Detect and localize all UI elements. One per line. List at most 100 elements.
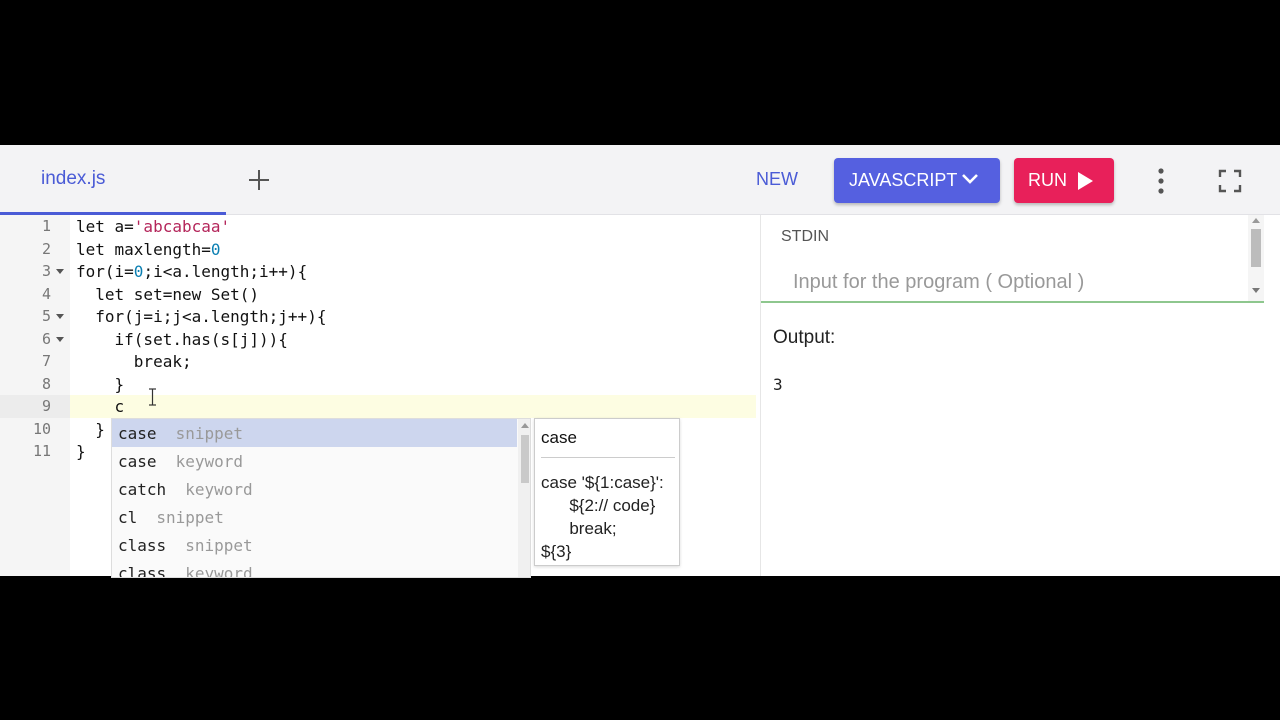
code-token: 0 bbox=[133, 262, 144, 281]
code-token: let a= bbox=[76, 217, 134, 236]
language-select-button[interactable]: JAVASCRIPT bbox=[834, 158, 1000, 203]
code-line[interactable]: if(set.has(s[j])){ bbox=[76, 328, 288, 351]
autocomplete-type: snippet bbox=[185, 536, 253, 555]
more-options-icon[interactable] bbox=[1150, 167, 1172, 195]
line-number-text: 1 bbox=[41, 217, 51, 235]
code-token: 'abcabcaa' bbox=[133, 217, 231, 236]
line-number-text: 5 bbox=[41, 307, 51, 325]
active-line-highlight bbox=[70, 395, 756, 418]
doc-divider bbox=[541, 457, 675, 458]
line-number: 3 bbox=[0, 260, 70, 283]
code-token: if(set.has(s[j])){ bbox=[76, 329, 288, 349]
code-line[interactable]: break; bbox=[76, 350, 192, 373]
code-token: } bbox=[76, 374, 125, 394]
code-token: c bbox=[76, 397, 125, 416]
code-token: break; bbox=[76, 352, 192, 371]
tab-index-js[interactable]: index.js bbox=[0, 145, 226, 215]
fold-arrow-icon[interactable] bbox=[56, 269, 64, 274]
autocomplete-item[interactable]: class snippet bbox=[112, 531, 517, 559]
line-number: 10 bbox=[0, 418, 70, 441]
stdin-scrollbar[interactable] bbox=[1248, 215, 1264, 301]
code-line[interactable]: let set=new Set() bbox=[76, 283, 259, 306]
line-number-text: 11 bbox=[32, 442, 51, 460]
stdin-input[interactable] bbox=[781, 267, 1251, 297]
line-number-text: 10 bbox=[32, 419, 51, 438]
code-line[interactable]: let a='abcabcaa' bbox=[76, 215, 230, 238]
autocomplete-keyword: case bbox=[118, 424, 157, 443]
line-number: 11 bbox=[0, 440, 70, 463]
autocomplete-item[interactable]: case snippet bbox=[112, 419, 517, 447]
autocomplete-doc-tooltip: case case '${1:case}': ${2:// code} brea… bbox=[534, 418, 680, 566]
io-panel: STDIN Output: 3 bbox=[760, 215, 1280, 576]
line-number-text: 3 bbox=[41, 262, 51, 280]
code-line[interactable]: } bbox=[76, 418, 105, 441]
code-token: ;i<a.length;i++){ bbox=[143, 262, 308, 281]
code-token: } bbox=[76, 419, 105, 439]
line-number: 1 bbox=[0, 215, 70, 238]
code-token: for(i= bbox=[76, 262, 134, 281]
fullscreen-icon[interactable] bbox=[1218, 169, 1242, 193]
autocomplete-item[interactable]: catch keyword bbox=[112, 475, 517, 503]
autocomplete-type: snippet bbox=[156, 508, 224, 527]
run-label: RUN bbox=[1028, 170, 1067, 190]
line-number: 5 bbox=[0, 305, 70, 328]
code-line[interactable]: c bbox=[76, 395, 125, 418]
line-number-text: 9 bbox=[41, 397, 51, 415]
code-line[interactable]: } bbox=[76, 373, 125, 396]
line-number: 9 bbox=[0, 395, 70, 418]
fold-arrow-icon[interactable] bbox=[56, 336, 64, 342]
run-button[interactable]: RUN bbox=[1014, 158, 1114, 203]
code-token: let set=new Set() bbox=[76, 284, 260, 304]
line-number: 4 bbox=[0, 283, 70, 306]
line-number-text: 7 bbox=[41, 352, 51, 370]
line-number-text: 4 bbox=[41, 284, 51, 303]
line-number: 8 bbox=[0, 373, 70, 396]
autocomplete-type: snippet bbox=[175, 424, 244, 443]
toolbar: index.js NEW JAVASCRIPT RUN bbox=[0, 145, 1280, 215]
code-line[interactable]: } bbox=[76, 440, 86, 463]
autocomplete-keyword: cl bbox=[118, 508, 138, 527]
stdin-underline bbox=[761, 301, 1264, 303]
scroll-down-arrow-icon[interactable] bbox=[1252, 288, 1260, 293]
scrollbar-thumb[interactable] bbox=[521, 435, 529, 483]
code-token: for(j=i;j<a.length;j++){ bbox=[76, 307, 327, 326]
line-number: 6 bbox=[0, 328, 70, 351]
stdin-label: STDIN bbox=[781, 228, 829, 245]
add-file-button[interactable] bbox=[246, 167, 272, 193]
autocomplete-keyword: class bbox=[118, 564, 167, 578]
line-number-gutter: 1 2 3 4 5 6 7 8 9 10 11 bbox=[0, 215, 70, 576]
new-button[interactable]: NEW bbox=[756, 169, 798, 190]
code-line[interactable]: for(j=i;j<a.length;j++){ bbox=[76, 305, 326, 328]
doc-title: case bbox=[541, 428, 577, 447]
play-icon bbox=[1078, 172, 1093, 190]
autocomplete-type: keyword bbox=[175, 452, 244, 471]
autocomplete-type: keyword bbox=[185, 480, 253, 499]
autocomplete-item[interactable]: cl snippet bbox=[112, 503, 517, 531]
autocomplete-item[interactable]: case keyword bbox=[112, 447, 517, 475]
output-label: Output: bbox=[773, 327, 836, 348]
autocomplete-keyword: catch bbox=[118, 480, 167, 499]
scroll-up-arrow-icon[interactable] bbox=[521, 423, 529, 428]
code-line[interactable]: for(i=0;i<a.length;i++){ bbox=[76, 260, 307, 283]
code-token: } bbox=[76, 442, 86, 461]
text-cursor-icon bbox=[149, 388, 156, 406]
line-number: 2 bbox=[0, 238, 70, 261]
autocomplete-scrollbar[interactable] bbox=[518, 419, 530, 577]
chevron-down-icon bbox=[962, 174, 978, 184]
scrollbar-thumb[interactable] bbox=[1251, 229, 1261, 267]
autocomplete-keyword: class bbox=[118, 536, 167, 555]
autocomplete-type: keyword bbox=[185, 564, 253, 578]
scroll-up-arrow-icon[interactable] bbox=[1252, 218, 1260, 223]
autocomplete-keyword: case bbox=[118, 452, 157, 471]
line-number-text: 8 bbox=[41, 374, 51, 393]
fold-arrow-icon[interactable] bbox=[56, 314, 64, 319]
language-label: JAVASCRIPT bbox=[849, 170, 958, 190]
line-number: 7 bbox=[0, 350, 70, 373]
code-line[interactable]: let maxlength=0 bbox=[76, 238, 221, 261]
tab-label: index.js bbox=[41, 168, 106, 189]
output-value: 3 bbox=[773, 375, 783, 394]
line-number-text: 2 bbox=[41, 239, 51, 258]
autocomplete-popup[interactable]: case snippet case keyword catch keyword cl snip… bbox=[111, 418, 531, 578]
autocomplete-item[interactable]: class keyword bbox=[112, 559, 517, 578]
doc-body: case '${1:case}': ${2:// code} break; ${… bbox=[541, 473, 664, 561]
